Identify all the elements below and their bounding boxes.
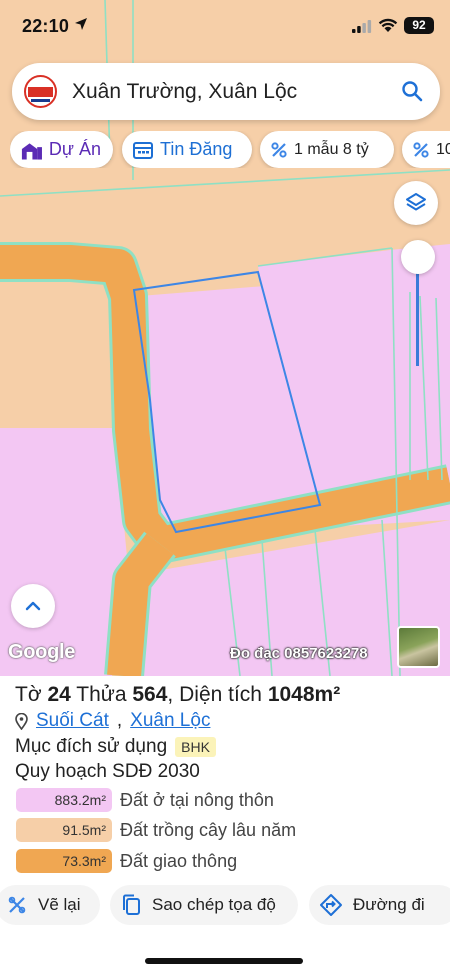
parcel-title: Tờ 24 Thửa 564, Diện tích 1048m² (15, 683, 341, 706)
chip-filter-price[interactable]: 1 mẫu 8 tỷ (260, 131, 394, 168)
purpose-label: Mục đích sử dụng (15, 736, 168, 757)
opacity-slider-track[interactable] (416, 262, 419, 366)
district-link[interactable]: Xuân Lộc (130, 710, 210, 732)
home-indicator (145, 958, 303, 964)
area-value: 1048m² (267, 683, 341, 706)
cellular-signal-icon (352, 20, 372, 33)
redraw-icon (8, 896, 26, 914)
copy-icon (123, 894, 140, 915)
land-use-row: 883.2m² Đất ở tại nông thôn (16, 788, 274, 812)
directions-label: Đường đi (353, 895, 425, 914)
search-bar[interactable]: Xuân Trường, Xuân Lộc (12, 63, 440, 120)
sheet-number: 24 (47, 683, 71, 706)
location-pin-icon (15, 712, 28, 730)
directions-icon (320, 894, 342, 916)
copy-coordinates-label: Sao chép tọa độ (152, 895, 276, 914)
layers-icon (406, 193, 426, 211)
calendar-icon (133, 141, 153, 159)
plan-heading: Quy hoạch SDĐ 2030 (15, 761, 200, 782)
wifi-icon (378, 18, 398, 32)
action-bar: Vẽ lại Sao chép tọa độ Đường đi (0, 885, 450, 929)
chip-filter-area[interactable]: 100 (402, 131, 450, 168)
chip-filter-price-label: 1 mẫu 8 tỷ (294, 140, 369, 158)
copy-coordinates-button[interactable]: Sao chép tọa độ (110, 885, 298, 925)
plot-label: Thửa (76, 683, 127, 706)
percent-icon (271, 141, 287, 158)
land-purpose: Mục đích sử dụng BHK (15, 736, 216, 758)
google-logo: Google (8, 641, 76, 663)
land-use-row: 91.5m² Đất trồng cây lâu năm (16, 818, 296, 842)
location-arrow-icon (75, 18, 87, 30)
opacity-slider-knob[interactable] (401, 240, 435, 274)
land-use-label: Đất trồng cây lâu năm (120, 819, 297, 840)
chip-du-an[interactable]: Dự Án (10, 131, 113, 168)
land-use-label: Đất ở tại nông thôn (120, 789, 274, 810)
expand-up-button[interactable] (11, 584, 55, 628)
land-use-row: 73.3m² Đất giao thông (16, 849, 237, 873)
chip-tin-dang-label: Tin Đăng (160, 139, 233, 159)
search-icon[interactable] (400, 79, 424, 103)
redraw-label: Vẽ lại (38, 895, 81, 914)
land-use-label: Đất giao thông (120, 850, 238, 871)
chip-du-an-label: Dự Án (48, 139, 101, 159)
land-use-area: 883.2m² (16, 788, 112, 812)
chip-tin-dang[interactable]: Tin Đăng (122, 131, 252, 168)
battery-indicator: 92 (404, 17, 434, 34)
parcel-location: Suối Cát, Xuân Lộc (15, 710, 210, 732)
survey-contact-label: Đo đạc 0857623278 (230, 645, 368, 662)
area-label: Diện tích (179, 683, 262, 706)
directions-button[interactable]: Đường đi (309, 885, 450, 925)
parcel-info-panel: Tờ 24 Thửa 564, Diện tích 1048m² Suối Cá… (0, 676, 450, 974)
commune-link[interactable]: Suối Cát (36, 710, 109, 732)
land-use-area: 73.3m² (16, 849, 112, 873)
percent-icon (413, 141, 429, 158)
land-use-area: 91.5m² (16, 818, 112, 842)
plot-number: 564 (132, 683, 168, 706)
redraw-button[interactable]: Vẽ lại (0, 885, 100, 925)
search-input[interactable]: Xuân Trường, Xuân Lộc (72, 80, 297, 104)
chevron-up-icon (25, 601, 41, 611)
status-bar: 22:10 92 (0, 0, 450, 56)
chip-filter-area-label: 100 (436, 140, 450, 158)
building-icon (21, 142, 42, 160)
layers-button[interactable] (394, 181, 438, 225)
filter-chips: Dự Án Tin Đăng 1 mẫu 8 tỷ 100 (10, 131, 450, 168)
app-logo (24, 75, 57, 108)
sheet-label: Tờ (15, 683, 42, 706)
status-time: 22:10 (22, 16, 70, 36)
street-view-thumbnail[interactable] (397, 626, 440, 668)
map-view[interactable]: 22:10 92 Xuân Trường, Xuân Lộc Dự Án Tin… (0, 0, 450, 676)
purpose-code-badge: BHK (175, 737, 216, 757)
